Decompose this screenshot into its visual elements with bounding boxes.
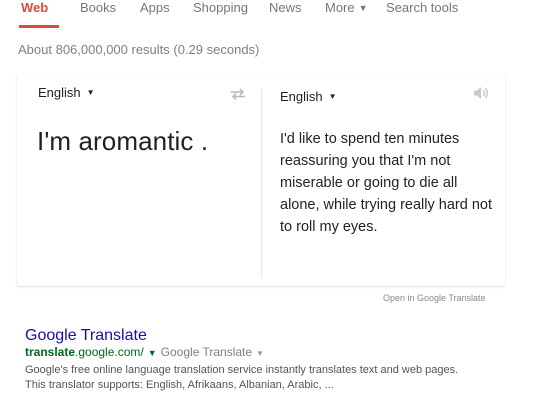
target-language-label: English [280, 89, 323, 104]
result-title-link[interactable]: Google Translate [25, 327, 525, 345]
source-text: I'm aromantic . [37, 126, 209, 156]
tab-search-tools-label: Search tools [386, 0, 459, 15]
tab-search-tools[interactable]: Search tools [386, 0, 458, 22]
translated-text-line: to roll my eyes. [280, 219, 378, 235]
translated-text-line: alone, while trying really hard not [280, 197, 492, 213]
chevron-down-icon: ▼ [328, 92, 337, 101]
tab-news[interactable]: News [269, 0, 302, 22]
tab-web[interactable]: Web [21, 0, 48, 22]
tab-shopping[interactable]: Shopping [193, 0, 248, 22]
translated-text-line: miserable or going to die all [280, 175, 458, 191]
result-url-bold: translate [25, 345, 76, 359]
tab-apps[interactable]: Apps [140, 0, 170, 22]
search-tabs: Web Books Apps Shopping News More ▼ Searc… [0, 0, 540, 28]
tab-web-label: Web [21, 0, 49, 15]
target-language-select[interactable]: English ▼ [280, 89, 337, 104]
swap-arrows-icon[interactable] [230, 88, 246, 100]
result-url-line: translate.google.com/ ▼ Google Translate ▼ [25, 345, 525, 361]
snippet-line: Google's free online language translatio… [25, 364, 459, 376]
result-breadcrumb[interactable]: Google Translate [161, 345, 252, 359]
chevron-down-icon: ▼ [86, 88, 95, 97]
url-options-caret-icon[interactable]: ▼ [148, 348, 157, 358]
tab-books-label: Books [80, 0, 117, 15]
card-divider [261, 89, 262, 278]
result-url-rest: .google.com/ [75, 345, 144, 359]
source-language-label: English [38, 85, 81, 100]
breadcrumb-caret-icon[interactable]: ▼ [256, 349, 264, 358]
caret-down-icon: ▼ [358, 3, 368, 13]
translated-text: I'd like to spend ten minutes reassuring… [280, 128, 492, 238]
tab-apps-label: Apps [140, 0, 170, 15]
tab-books[interactable]: Books [80, 0, 116, 22]
active-tab-indicator [19, 25, 59, 28]
open-in-google-translate-link[interactable]: Open in Google Translate [383, 293, 486, 303]
snippet-line: This translator supports: English, Afrik… [25, 379, 334, 391]
tab-shopping-label: Shopping [193, 0, 248, 15]
tab-news-label: News [269, 0, 302, 15]
search-result: Google Translate translate.google.com/ ▼ G… [25, 327, 525, 393]
translated-text-line: reassuring you that I'm not [280, 153, 451, 169]
tab-more[interactable]: More ▼ [325, 0, 368, 22]
source-language-select[interactable]: English ▼ [38, 85, 95, 100]
speaker-icon[interactable] [472, 85, 490, 101]
result-stats: About 806,000,000 results (0.29 seconds) [18, 42, 260, 57]
translate-card: English ▼ English ▼ I'm aromantic . I'd li… [17, 75, 505, 286]
translated-text-line: I'd like to spend ten minutes [280, 131, 460, 147]
result-snippet: Google's free online language translatio… [25, 363, 525, 393]
tab-more-label: More [325, 0, 355, 15]
